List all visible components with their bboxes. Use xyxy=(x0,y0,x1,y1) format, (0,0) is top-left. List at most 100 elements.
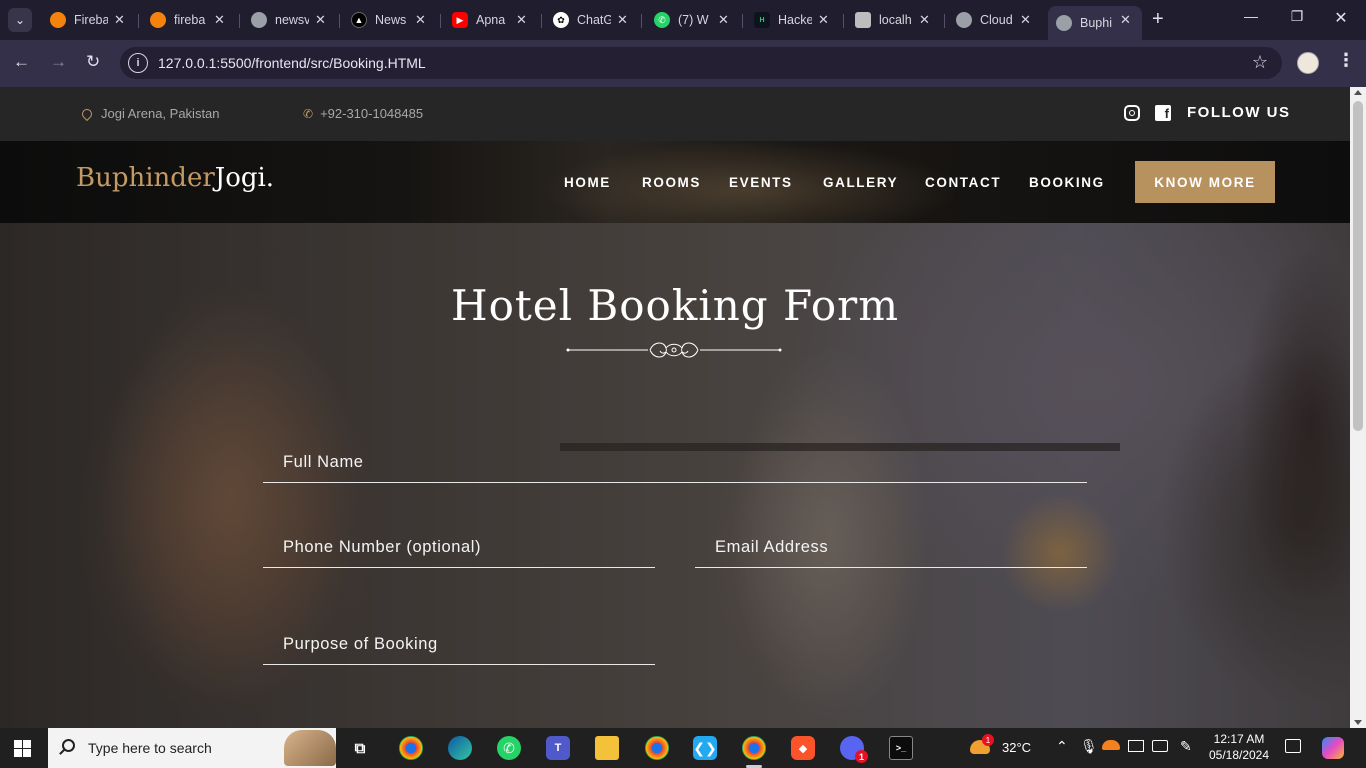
tab-separator xyxy=(239,14,240,28)
facebook-icon[interactable]: f xyxy=(1155,104,1171,121)
tab-title: fireba xyxy=(174,13,206,27)
page-scrollbar[interactable] xyxy=(1350,87,1366,728)
tab-firebase-2[interactable]: fireba ✕ xyxy=(142,6,225,34)
email-input[interactable] xyxy=(695,528,1087,566)
purpose-input[interactable] xyxy=(263,625,655,663)
full-name-input[interactable] xyxy=(263,443,1087,481)
tab-buphinder-active[interactable]: Buphi ✕ xyxy=(1048,6,1142,40)
tab-title: Cloud xyxy=(980,13,1013,27)
whatsapp-app-icon[interactable]: ✆ xyxy=(497,736,521,760)
tab-title: Buphi xyxy=(1080,16,1112,30)
tab-separator xyxy=(138,14,139,28)
scroll-down-icon[interactable] xyxy=(1354,720,1362,725)
tab-cloud[interactable]: Cloud ✕ xyxy=(948,6,1031,34)
back-arrow-icon[interactable]: ← xyxy=(13,52,30,72)
taskbar: Type here to search ⧉ ✆ T ❮❯ ◆ 1 >_ 1 32… xyxy=(0,728,1366,768)
hackerrank-icon: H xyxy=(754,12,770,28)
terminal-app-icon[interactable]: >_ xyxy=(889,736,913,760)
tab-title: localh xyxy=(879,13,912,27)
nav-gallery[interactable]: GALLERY xyxy=(823,175,898,190)
logo-part-1: Buphinder xyxy=(76,163,215,193)
tab-separator xyxy=(944,14,945,28)
tab-chatgpt[interactable]: ✿ ChatG ✕ xyxy=(545,6,628,34)
tab-title: Hacke xyxy=(778,13,812,27)
tab-news[interactable]: ▲ News ✕ xyxy=(343,6,426,34)
notification-icon[interactable] xyxy=(1285,739,1301,753)
site-logo[interactable]: BuphinderJogi. xyxy=(76,163,274,193)
ornament-divider-icon xyxy=(566,342,782,358)
temperature-text[interactable]: 32°C xyxy=(1002,740,1031,755)
phone-info: ✆ +92-310-1048485 xyxy=(303,106,423,121)
tab-hackerrank[interactable]: H Hacke ✕ xyxy=(746,6,829,34)
screen: ⌄ Fireba ✕ fireba ✕ newsv ✕ ▲ News ✕ ▶ A… xyxy=(0,0,1366,768)
phone-field xyxy=(263,528,655,568)
minimize-button[interactable]: — xyxy=(1228,8,1274,24)
network-icon[interactable] xyxy=(1152,740,1168,752)
system-clock[interactable]: 12:17 AM 05/18/2024 xyxy=(1198,731,1280,763)
chrome-app-icon-active[interactable] xyxy=(742,736,766,760)
edge-app-icon[interactable] xyxy=(448,736,472,760)
microphone-icon[interactable]: 🎙 xyxy=(1080,738,1098,755)
taskbar-search-text: Type here to search xyxy=(88,740,212,756)
forward-arrow-icon[interactable]: → xyxy=(50,52,67,72)
omnibox[interactable]: i 127.0.0.1:5500/frontend/src/Booking.HT… xyxy=(120,47,1282,79)
tab-search-button[interactable]: ⌄ xyxy=(8,8,32,32)
tab-whatsapp[interactable]: ✆ (7) W ✕ xyxy=(646,6,729,34)
search-icon xyxy=(62,739,75,752)
chatgpt-icon: ✿ xyxy=(553,12,569,28)
form-title: Hotel Booking Form xyxy=(450,281,900,330)
tab-firebase-1[interactable]: Fireba ✕ xyxy=(42,6,125,34)
tab-title: (7) W xyxy=(678,13,709,27)
brave-app-icon[interactable]: ◆ xyxy=(791,736,815,760)
social-links: f FOLLOW US xyxy=(1124,104,1291,121)
new-tab-button[interactable]: + xyxy=(1152,8,1164,31)
url-text[interactable]: 127.0.0.1:5500/frontend/src/Booking.HTML xyxy=(158,55,426,71)
pen-icon[interactable]: ✎ xyxy=(1180,738,1192,755)
phone-input[interactable] xyxy=(263,528,655,566)
nav-events[interactable]: EVENTS xyxy=(729,175,793,190)
site-navbar: BuphinderJogi. HOME ROOMS EVENTS GALLERY… xyxy=(0,141,1350,223)
site-info-icon[interactable]: i xyxy=(128,53,148,73)
phone-icon: ✆ xyxy=(303,106,314,121)
vscode-app-icon[interactable]: ❮❯ xyxy=(693,736,717,760)
chevron-up-icon[interactable]: ⌃ xyxy=(1056,738,1068,755)
file-explorer-icon[interactable] xyxy=(595,736,619,760)
tab-apna[interactable]: ▶ Apna ✕ xyxy=(444,6,527,34)
full-name-field xyxy=(263,443,1087,483)
scroll-thumb[interactable] xyxy=(1353,101,1363,431)
tab-separator xyxy=(440,14,441,28)
nav-rooms[interactable]: ROOMS xyxy=(642,175,701,190)
restore-button[interactable]: ❐ xyxy=(1274,8,1320,25)
browser-menu-icon[interactable]: ⋮ xyxy=(1337,50,1355,71)
taskbar-search[interactable]: Type here to search xyxy=(48,728,336,768)
profile-avatar[interactable] xyxy=(1297,52,1319,74)
scroll-up-icon[interactable] xyxy=(1354,90,1362,95)
discord-app-icon[interactable]: 1 xyxy=(840,736,868,763)
tab-newsv[interactable]: newsv ✕ xyxy=(243,6,326,34)
nav-contact[interactable]: CONTACT xyxy=(925,175,1001,190)
task-view-icon[interactable]: ⧉ xyxy=(348,736,372,760)
copilot-icon[interactable] xyxy=(1322,737,1344,759)
weather-icon[interactable]: 1 xyxy=(970,734,994,758)
teams-app-icon[interactable]: T xyxy=(546,736,570,760)
reload-icon[interactable]: ↻ xyxy=(86,52,100,72)
tab-separator xyxy=(843,14,844,28)
chrome-app-icon[interactable] xyxy=(399,736,423,760)
logo-part-2: Jogi. xyxy=(214,163,275,193)
email-field xyxy=(695,528,1087,568)
location-info: Jogi Arena, Pakistan xyxy=(79,106,220,121)
chrome-app-icon-2[interactable] xyxy=(645,736,669,760)
instagram-icon[interactable] xyxy=(1124,104,1140,121)
nav-booking[interactable]: BOOKING xyxy=(1029,175,1105,190)
tab-title: ChatG xyxy=(577,13,611,27)
bookmark-star-icon[interactable]: ☆ xyxy=(1252,52,1268,73)
cloudflare-icon[interactable] xyxy=(1102,740,1120,750)
windows-start-icon[interactable] xyxy=(14,740,31,757)
know-more-button[interactable]: KNOW MORE xyxy=(1135,161,1275,203)
nav-home[interactable]: HOME xyxy=(564,175,611,190)
close-tab-icon[interactable]: ✕ xyxy=(1120,12,1136,28)
booking-hero: Hotel Booking Form xyxy=(0,223,1350,728)
battery-icon[interactable] xyxy=(1128,740,1144,752)
tab-localhost[interactable]: localh ✕ xyxy=(847,6,930,34)
close-window-button[interactable]: ✕ xyxy=(1318,8,1364,28)
